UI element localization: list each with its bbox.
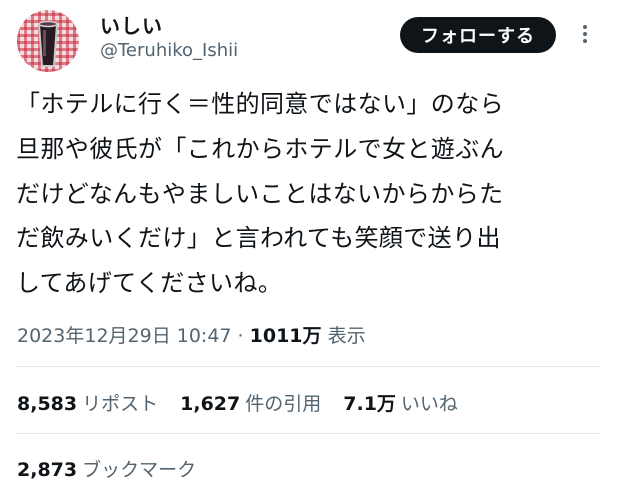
bookmarks-stat[interactable]: 2,873 ブックマーク: [17, 455, 196, 482]
tweet-text: 「ホテルに行く＝性的同意ではない」のなら 旦那や彼氏が「これからホテルで女と遊ぶ…: [16, 82, 606, 306]
bookmarks-label: ブックマーク: [82, 459, 197, 481]
reposts-label: リポスト: [82, 393, 159, 415]
reposts-count: 8,583: [17, 393, 78, 415]
views-label: 表示: [321, 325, 366, 347]
tweet-header: いしい @Teruhiko_Ishii フォローする: [0, 0, 618, 80]
views-count: 1011万: [249, 325, 322, 347]
display-name[interactable]: いしい: [100, 10, 163, 39]
likes-label: いいね: [400, 393, 458, 415]
divider: [16, 366, 600, 367]
tweet-meta: 2023年12月29日 10:47 · 1011万 表示: [17, 321, 366, 348]
timestamp[interactable]: 2023年12月29日 10:47: [17, 325, 232, 347]
divider: [16, 433, 600, 434]
follow-button[interactable]: フォローする: [400, 17, 556, 53]
engagement-stats: 8,583 リポスト 1,627 件の引用 7.1万 いいね: [17, 389, 480, 416]
tweet-line: 「ホテルに行く＝性的同意ではない」のなら: [16, 90, 504, 118]
user-handle[interactable]: @Teruhiko_Ishii: [100, 40, 238, 61]
likes-count: 7.1万: [343, 393, 396, 415]
cup-icon: [37, 20, 59, 67]
likes-stat[interactable]: 7.1万 いいね: [343, 389, 458, 416]
quotes-label: 件の引用: [245, 393, 322, 415]
quotes-count: 1,627: [180, 393, 241, 415]
quotes-stat[interactable]: 1,627 件の引用: [180, 389, 321, 416]
tweet-line: だけどなんもやましいことはないからからた: [16, 179, 504, 208]
tweet-line: だ飲みいくだけ」と言われても笑顔で送り出: [16, 224, 501, 253]
tweet-line: 旦那や彼氏が「これからホテルで女と遊ぶん: [16, 134, 504, 163]
tweet-line: してあげてくださいね。: [16, 269, 283, 298]
more-vertical-icon[interactable]: [582, 25, 588, 47]
bookmarks-count: 2,873: [17, 459, 78, 481]
meta-separator: ·: [231, 325, 250, 347]
avatar[interactable]: [17, 10, 79, 72]
reposts-stat[interactable]: 8,583 リポスト: [17, 389, 158, 416]
